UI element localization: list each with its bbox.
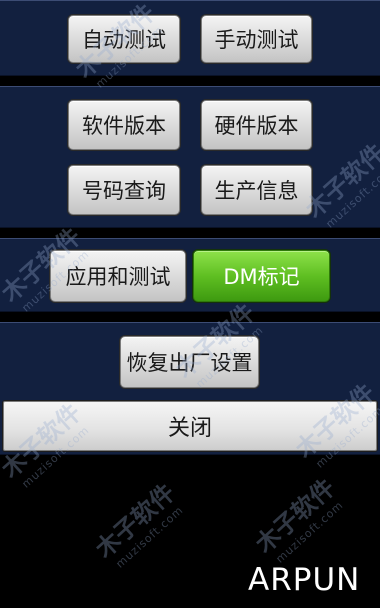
auto-test-button[interactable]: 自动测试 <box>68 15 180 63</box>
screen: 自动测试 手动测试 软件版本 硬件版本 号码查询 生产信息 应用和测试 DM标记… <box>0 0 380 608</box>
apps-and-test-button[interactable]: 应用和测试 <box>50 250 186 302</box>
dm-mark-button[interactable]: DM标记 <box>193 250 330 302</box>
arpun-brand-label: ARPUN <box>248 562 361 598</box>
close-button[interactable]: 关闭 <box>3 401 377 451</box>
test-panel: 自动测试 手动测试 <box>0 0 380 76</box>
hardware-version-button[interactable]: 硬件版本 <box>201 100 312 150</box>
factory-reset-button[interactable]: 恢复出厂设置 <box>120 336 259 388</box>
production-info-button[interactable]: 生产信息 <box>201 165 312 215</box>
watermark-text: 木子软件 <box>89 477 181 564</box>
reset-panel: 恢复出厂设置 关闭 <box>0 322 380 455</box>
watermark-domain: muzisoft.com <box>273 498 347 566</box>
info-panel: 软件版本 硬件版本 号码查询 生产信息 <box>0 86 380 228</box>
manual-test-button[interactable]: 手动测试 <box>201 15 312 63</box>
watermark-logo: 木子软件 muzisoft.com <box>246 469 349 569</box>
watermark-text: 木子软件 <box>249 472 341 559</box>
watermark-domain: muzisoft.com <box>113 503 187 571</box>
apps-panel: 应用和测试 DM标记 <box>0 238 380 312</box>
number-query-button[interactable]: 号码查询 <box>68 165 180 215</box>
watermark-logo: 木子软件 muzisoft.com <box>86 474 189 574</box>
software-version-button[interactable]: 软件版本 <box>68 100 180 150</box>
